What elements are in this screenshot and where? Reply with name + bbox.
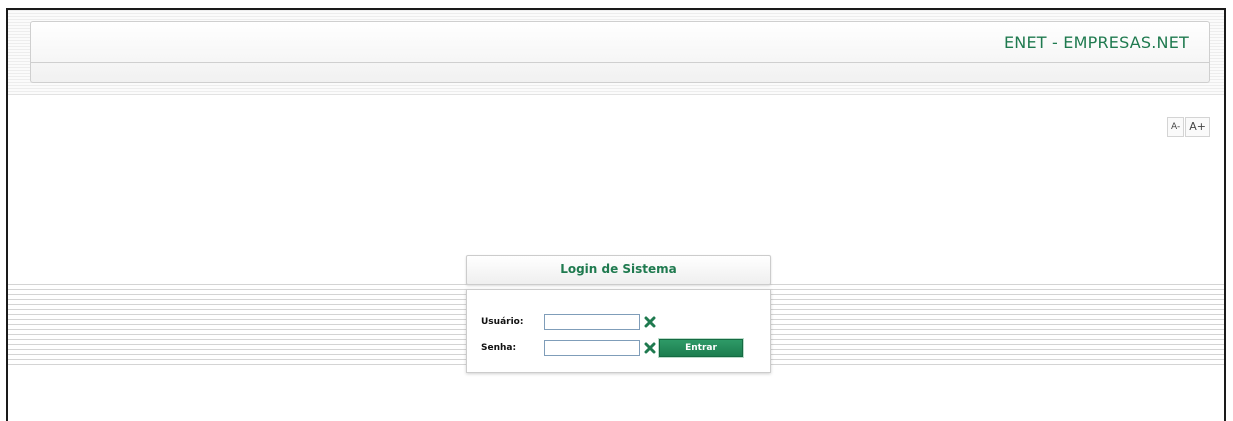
login-title: Login de Sistema <box>560 262 677 276</box>
font-increase-button[interactable]: A+ <box>1185 117 1210 137</box>
app-frame: ENET - EMPRESAS.NET A- A+ Login de Siste… <box>6 8 1226 421</box>
username-label: Usuário: <box>481 317 524 327</box>
clear-password-icon[interactable] <box>643 341 657 355</box>
password-row: Senha: Entrar <box>481 338 744 358</box>
password-input[interactable] <box>544 340 640 356</box>
font-decrease-button[interactable]: A- <box>1167 117 1185 137</box>
header-panel: ENET - EMPRESAS.NET <box>30 21 1210 83</box>
site-title: ENET - EMPRESAS.NET <box>1004 33 1189 52</box>
clear-username-icon[interactable] <box>643 315 657 329</box>
username-row: Usuário: <box>481 313 657 331</box>
login-submit-button[interactable]: Entrar <box>658 338 744 358</box>
username-input[interactable] <box>544 314 640 330</box>
font-size-controls: A- A+ <box>1167 117 1210 137</box>
top-band-divider <box>8 94 1224 95</box>
header-divider <box>31 62 1209 63</box>
password-label: Senha: <box>481 343 517 353</box>
login-form: Usuário: Senha: Entrar <box>466 289 771 373</box>
login-header: Login de Sistema <box>466 255 771 285</box>
